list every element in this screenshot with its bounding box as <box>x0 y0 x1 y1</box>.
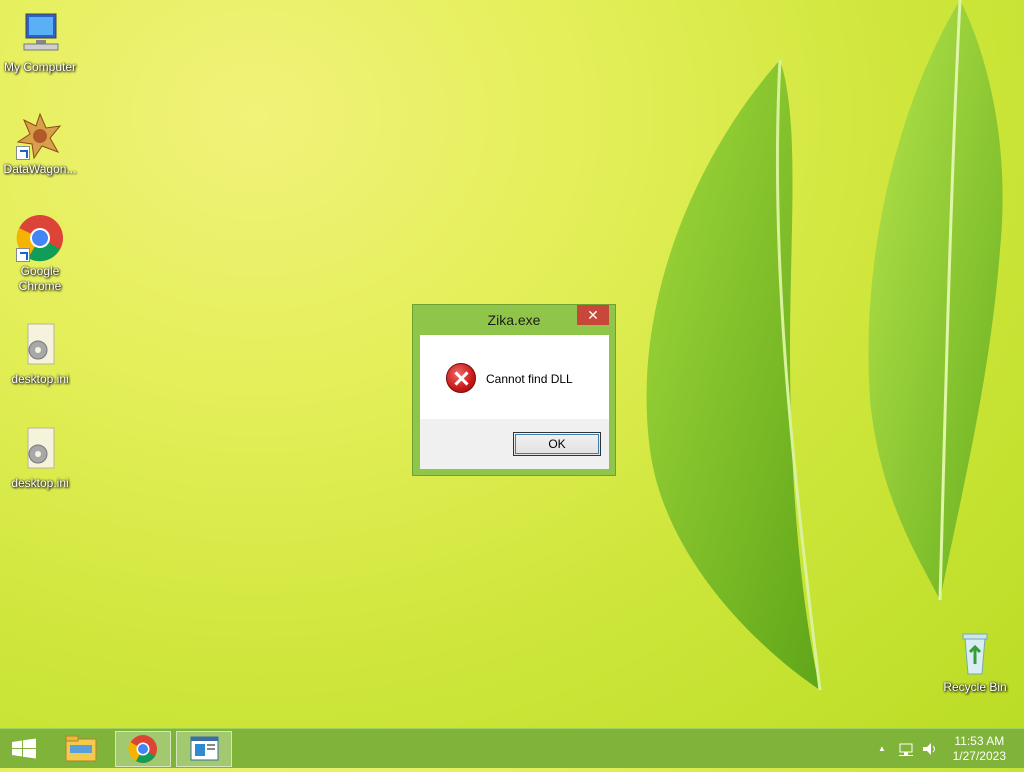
taskbar-file-explorer[interactable] <box>54 731 110 767</box>
desktop-icon-desktop-ini-2[interactable]: desktop.ini <box>0 426 80 491</box>
dialog-message: Cannot find DLL <box>486 372 573 386</box>
desktop-icon-label: desktop.ini <box>11 476 69 490</box>
desktop-icon-label: Google Chrome <box>18 264 62 293</box>
desktop-icon-datawagon[interactable]: DataWagon... <box>0 112 80 177</box>
app-window-icon <box>190 736 219 761</box>
error-icon <box>446 363 476 393</box>
taskbar-clock[interactable]: 11:53 AM 1/27/2023 <box>953 734 1006 764</box>
clock-date: 1/27/2023 <box>952 749 1006 763</box>
start-button[interactable] <box>0 731 48 767</box>
desktop-icon-label: DataWagon... <box>3 162 77 176</box>
clock-time: 11:53 AM <box>954 734 1005 748</box>
shortcut-arrow-icon <box>16 146 30 160</box>
dialog-message-area: Cannot find DLL <box>420 335 609 419</box>
desktop-icon-label: Recycle Bin <box>943 680 1007 694</box>
network-icon[interactable] <box>898 741 914 757</box>
dialog-content: Cannot find DLL OK <box>420 335 609 469</box>
chrome-icon <box>128 735 157 763</box>
desktop-icon-label: desktop.ini <box>11 372 69 386</box>
ok-button[interactable]: OK <box>513 432 601 456</box>
dialog-titlebar[interactable]: Zika.exe ✕ <box>413 305 615 335</box>
desktop-icon-google-chrome[interactable]: Google Chrome <box>0 214 80 294</box>
windows-start-icon <box>12 738 36 759</box>
volume-icon[interactable] <box>921 741 937 757</box>
desktop-icon-desktop-ini-1[interactable]: desktop.ini <box>0 322 80 387</box>
settings-file-icon <box>16 322 64 370</box>
close-button[interactable]: ✕ <box>577 305 609 325</box>
show-hidden-icons-chevron[interactable]: ▲ <box>874 741 890 757</box>
desktop-icon-label: My Computer <box>3 60 77 74</box>
taskbar-app-window[interactable] <box>176 731 232 767</box>
file-explorer-icon <box>65 735 97 762</box>
error-dialog: Zika.exe ✕ Cannot find DLL OK <box>412 304 616 476</box>
chrome-icon <box>16 214 64 262</box>
shortcut-arrow-icon <box>16 248 30 262</box>
taskbar-chrome[interactable] <box>115 731 171 767</box>
recycle-bin-icon <box>951 630 999 678</box>
dialog-button-area: OK <box>420 419 609 469</box>
datawagon-icon <box>16 112 64 160</box>
taskbar: ▲ 11:53 AM 1/27/2023 <box>0 728 1024 768</box>
desktop-icon-my-computer[interactable]: My Computer <box>0 10 80 75</box>
settings-file-icon <box>16 426 64 474</box>
computer-icon <box>16 10 64 58</box>
desktop-icon-recycle-bin[interactable]: Recycle Bin <box>935 630 1015 695</box>
